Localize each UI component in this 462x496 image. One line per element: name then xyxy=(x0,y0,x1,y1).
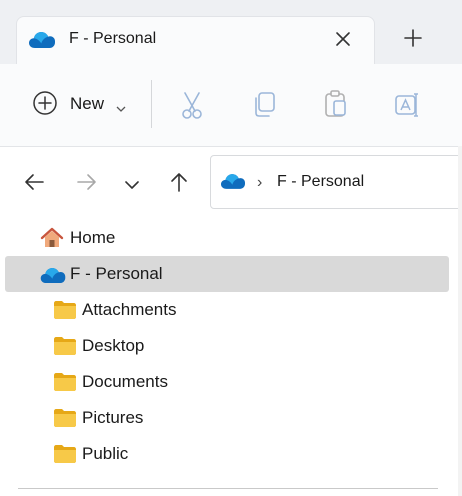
command-bar: New xyxy=(0,64,462,147)
folder-icon xyxy=(53,372,77,397)
cut-icon[interactable] xyxy=(180,92,204,125)
nav-item-f-personal[interactable]: F - Personal xyxy=(0,256,462,292)
nav-item-attachments[interactable]: Attachments xyxy=(0,292,462,328)
pane-divider xyxy=(18,488,438,489)
nav-item-label: Attachments xyxy=(82,300,177,319)
new-button[interactable]: New xyxy=(32,90,142,120)
nav-item-label: F - Personal xyxy=(70,264,163,283)
tab-title: F - Personal xyxy=(69,30,157,47)
folder-icon xyxy=(53,408,77,433)
home-icon xyxy=(40,227,64,254)
nav-item-desktop[interactable]: Desktop xyxy=(0,328,462,364)
breadcrumb-separator: › xyxy=(257,174,263,191)
new-label: New xyxy=(70,94,105,113)
paste-icon[interactable] xyxy=(324,90,348,123)
copy-icon[interactable] xyxy=(252,92,276,123)
tab-f-personal[interactable]: F - Personal xyxy=(16,16,375,64)
folder-icon xyxy=(53,336,77,361)
close-icon[interactable] xyxy=(334,30,352,48)
nav-item-documents[interactable]: Documents xyxy=(0,364,462,400)
recent-locations-chevron-icon[interactable] xyxy=(124,177,140,195)
rename-icon[interactable] xyxy=(395,92,421,123)
add-circle-icon xyxy=(32,90,58,121)
up-arrow-icon[interactable] xyxy=(168,171,190,198)
chevron-down-icon xyxy=(116,100,126,118)
title-bar: F - Personal xyxy=(0,0,462,64)
nav-item-label: Home xyxy=(70,228,116,247)
back-arrow-icon[interactable] xyxy=(23,171,45,198)
nav-item-label: Documents xyxy=(82,372,168,391)
onedrive-cloud-icon xyxy=(40,267,66,289)
nav-item-home[interactable]: Home xyxy=(0,220,462,256)
forward-arrow-icon[interactable] xyxy=(76,171,98,198)
address-bar[interactable]: › F - Personal xyxy=(210,155,462,209)
new-tab-plus-icon[interactable] xyxy=(403,28,423,48)
folder-icon xyxy=(53,300,77,325)
breadcrumb-f-personal[interactable]: F - Personal xyxy=(277,173,364,191)
nav-item-pictures[interactable]: Pictures xyxy=(0,400,462,436)
nav-item-public[interactable]: Public xyxy=(0,436,462,472)
onedrive-cloud-icon xyxy=(221,173,245,195)
nav-item-label: Desktop xyxy=(82,336,145,355)
navigation-bar: › F - Personal xyxy=(0,147,462,219)
nav-item-label: Pictures xyxy=(82,408,144,427)
onedrive-cloud-icon xyxy=(29,31,55,54)
nav-item-label: Public xyxy=(82,444,129,463)
folder-icon xyxy=(53,444,77,469)
toolbar-divider xyxy=(151,80,152,128)
